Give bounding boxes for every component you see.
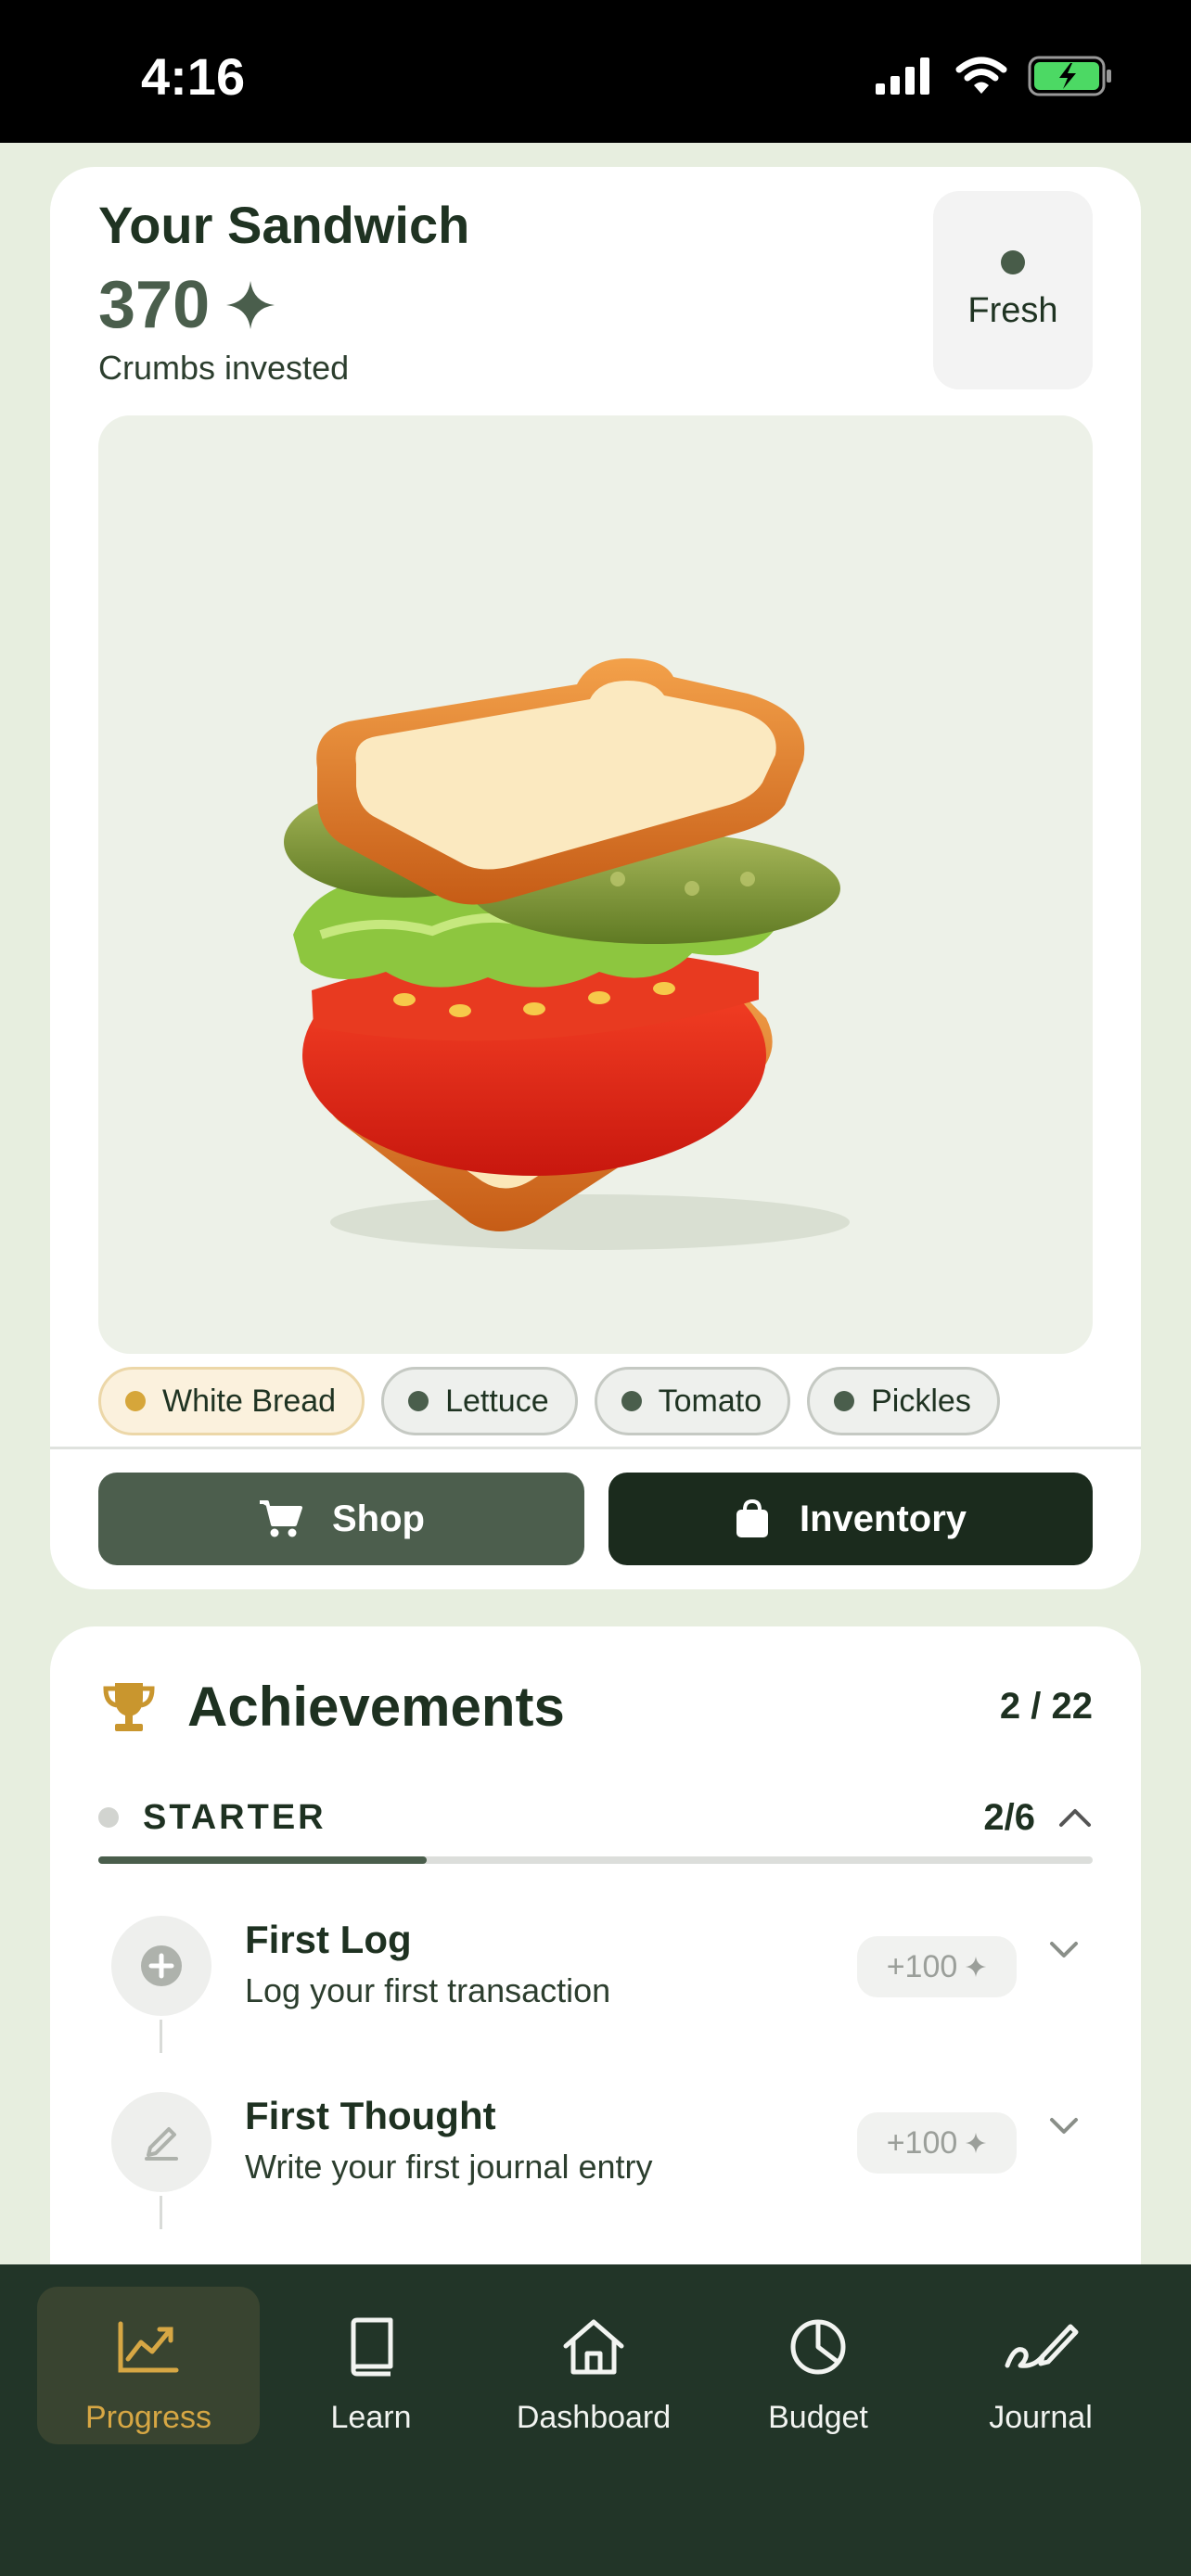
ingredient-label: Pickles <box>871 1383 971 1419</box>
reward-value: +100 <box>886 1948 958 1984</box>
wifi-icon <box>955 57 1007 94</box>
ingredient-dot <box>834 1391 855 1411</box>
signature-icon <box>1005 2324 1079 2368</box>
achievement-reward: +100 <box>857 2112 1017 2174</box>
crumbs-label: Crumbs invested <box>98 349 350 387</box>
sparkle-icon <box>966 1956 987 1978</box>
chevron-down-icon[interactable] <box>1048 1940 1080 1960</box>
achievement-reward: +100 <box>857 1936 1017 1997</box>
sparkle-icon <box>966 2132 987 2154</box>
freshness-dot <box>1001 250 1025 274</box>
achievements-title: Achievements <box>187 1676 565 1738</box>
ingredient-chip-pickles[interactable]: Pickles <box>807 1367 1000 1435</box>
ingredient-chip-tomato[interactable]: Tomato <box>594 1367 791 1435</box>
ingredient-chips: White Bread Lettuce Tomato Pickles <box>98 1367 1000 1435</box>
tab-label: Learn <box>330 2400 412 2435</box>
achievement-description: Log your first transaction <box>245 1971 611 2009</box>
ingredient-dot <box>408 1391 429 1411</box>
section-starter[interactable]: STARTER 2/6 <box>98 1790 1093 1845</box>
freshness-label: Fresh <box>967 291 1058 330</box>
cart-icon <box>260 1500 302 1537</box>
ingredient-dot <box>125 1391 146 1411</box>
pencil-icon <box>145 2127 178 2161</box>
chevron-up-icon[interactable] <box>1057 1806 1093 1829</box>
achievements-count: 2 / 22 <box>999 1686 1093 1727</box>
status-time: 4:16 <box>141 47 246 106</box>
inventory-button[interactable]: Inventory <box>608 1473 1093 1565</box>
section-count: 2/6 <box>983 1796 1035 1838</box>
tab-progress[interactable]: Progress <box>37 2287 260 2444</box>
battery-icon <box>1028 56 1111 96</box>
ingredient-chip-lettuce[interactable]: Lettuce <box>381 1367 578 1435</box>
achievement-icon <box>111 1916 211 2016</box>
crumbs-value: 370 <box>98 268 211 342</box>
bag-icon <box>736 1498 768 1537</box>
achievement-name: First Log <box>245 1918 412 1961</box>
achievements-header: Achievements <box>102 1675 565 1739</box>
tab-journal[interactable]: Journal <box>929 2287 1152 2444</box>
tab-label: Progress <box>84 2400 212 2435</box>
chart-icon <box>118 2321 179 2373</box>
sparkle-icon <box>226 281 275 329</box>
ingredient-label: Lettuce <box>445 1383 549 1419</box>
book-icon <box>351 2317 393 2377</box>
ingredient-label: Tomato <box>658 1383 762 1419</box>
signal-icon <box>876 57 929 95</box>
home-icon <box>563 2319 624 2375</box>
crumbs-value-row: 370 <box>98 267 276 343</box>
shop-button[interactable]: Shop <box>98 1473 584 1565</box>
achievement-item-first-thought[interactable]: First Thought Write your first journal e… <box>98 2083 1093 2229</box>
inventory-label: Inventory <box>799 1498 967 1539</box>
achievement-description: Write your first journal entry <box>245 2148 653 2186</box>
section-dot <box>98 1807 119 1828</box>
status-icons <box>876 56 1113 96</box>
status-bar: 4:16 <box>0 0 1191 143</box>
achievement-item-first-log[interactable]: First Log Log your first transaction +10… <box>98 1906 1093 2053</box>
sandwich-image <box>98 415 1093 1354</box>
tab-label: Budget <box>768 2400 868 2435</box>
section-progress-track <box>98 1856 1093 1864</box>
sandwich-illustration <box>284 658 850 1250</box>
tab-budget[interactable]: Budget <box>707 2287 929 2444</box>
tab-dashboard[interactable]: Dashboard <box>482 2287 705 2444</box>
chevron-down-icon[interactable] <box>1048 2116 1080 2136</box>
ingredient-dot <box>621 1391 642 1411</box>
achievement-stem <box>160 2020 162 2053</box>
divider <box>50 1447 1141 1449</box>
plus-circle-icon <box>141 1945 182 1986</box>
tab-learn[interactable]: Learn <box>260 2287 482 2444</box>
achievement-stem <box>160 2196 162 2229</box>
achievement-name: First Thought <box>245 2094 496 2137</box>
sandwich-card: Your Sandwich 370 Crumbs invested Fresh <box>50 167 1141 1589</box>
reward-value: +100 <box>886 2124 958 2161</box>
tab-label: Dashboard <box>516 2400 672 2435</box>
section-title: STARTER <box>143 1797 327 1837</box>
tab-bar: Progress Learn Dashboard Budget Journal <box>0 2264 1191 2576</box>
tab-label: Journal <box>989 2400 1093 2435</box>
ingredient-label: White Bread <box>162 1383 337 1419</box>
section-progress-fill <box>98 1856 427 1864</box>
achievement-icon <box>111 2092 211 2192</box>
shop-label: Shop <box>332 1498 425 1539</box>
freshness-badge: Fresh <box>933 191 1093 389</box>
pie-chart-icon <box>790 2319 846 2375</box>
ingredient-chip-white-bread[interactable]: White Bread <box>98 1367 365 1435</box>
sandwich-title: Your Sandwich <box>98 196 470 254</box>
trophy-icon <box>103 1682 155 1731</box>
